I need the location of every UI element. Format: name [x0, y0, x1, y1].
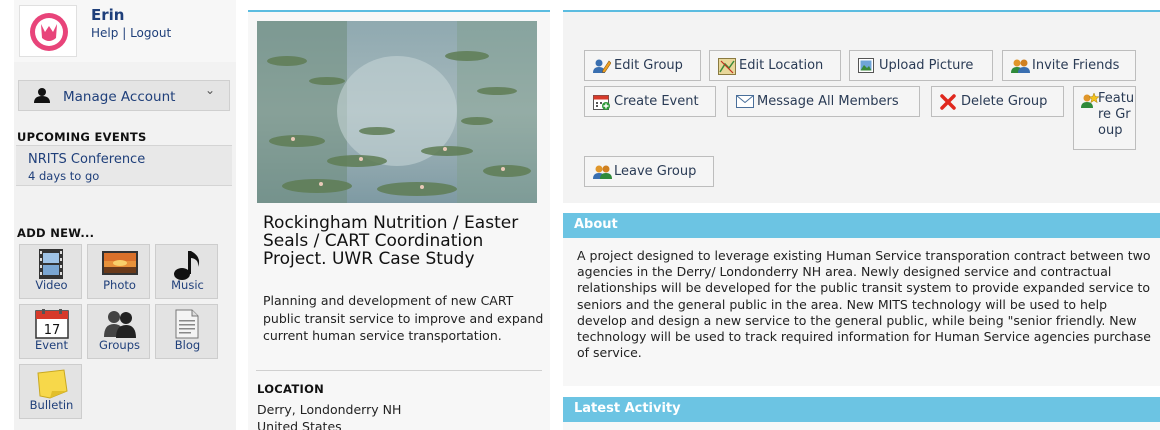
- event-countdown: 4 days to go: [28, 169, 100, 183]
- upload-picture-label: Upload Picture: [879, 58, 974, 73]
- message-all-members-label: Message All Members: [757, 94, 899, 109]
- location-country: United States: [257, 419, 342, 430]
- location-city: Derry, Londonderry NH: [257, 402, 402, 417]
- message-all-members-button[interactable]: Message All Members: [727, 86, 920, 117]
- add-blog-tile[interactable]: Blog: [155, 304, 218, 359]
- sticky-note-icon: [37, 369, 68, 399]
- leave-group-icon: [593, 165, 612, 179]
- upload-picture-button[interactable]: Upload Picture: [849, 50, 993, 81]
- photo-icon: [102, 251, 138, 275]
- delete-icon: [940, 94, 956, 110]
- leave-group-label: Leave Group: [614, 164, 697, 179]
- location-heading: LOCATION: [257, 382, 325, 396]
- username: Erin: [91, 6, 125, 24]
- edit-group-icon: [593, 59, 611, 73]
- film-icon: [39, 249, 63, 279]
- add-bulletin-tile[interactable]: Bulletin: [19, 364, 82, 419]
- map-icon: [718, 58, 736, 75]
- picture-icon: [858, 58, 874, 73]
- group-title: Rockingham Nutrition / Easter Seals / CA…: [263, 213, 519, 269]
- add-bulletin-label: Bulletin: [29, 398, 74, 412]
- add-music-tile[interactable]: Music: [155, 244, 218, 299]
- add-blog-label: Blog: [174, 338, 201, 352]
- add-video-label: Video: [35, 278, 68, 292]
- document-icon: [175, 309, 199, 339]
- edit-group-label: Edit Group: [614, 58, 683, 73]
- invite-friends-icon: [1011, 59, 1030, 73]
- music-note-icon: [174, 251, 200, 280]
- delete-group-button[interactable]: Delete Group: [931, 86, 1064, 117]
- upcoming-events-heading: UPCOMING EVENTS: [17, 130, 147, 144]
- calendar-icon: 17: [35, 309, 69, 339]
- add-video-tile[interactable]: Video: [19, 244, 82, 299]
- about-text: A project designed to leverage existing …: [577, 248, 1151, 361]
- delete-group-label: Delete Group: [961, 94, 1048, 109]
- add-new-heading: ADD NEW...: [17, 226, 95, 240]
- link-separator: |: [122, 26, 127, 40]
- add-photo-tile[interactable]: Photo: [87, 244, 150, 299]
- left-sidebar: Erin Help | Logout Manage Account ⌄ UPCO…: [14, 0, 236, 430]
- manage-account-label: Manage Account: [63, 89, 176, 105]
- create-event-label: Create Event: [614, 94, 699, 109]
- feature-icon: [1081, 92, 1099, 108]
- group-cover-image[interactable]: [257, 21, 537, 203]
- group-main-column: Edit Group Edit Location Upload Picture: [563, 10, 1160, 430]
- event-item[interactable]: NRITS Conference 4 days to go: [16, 145, 232, 186]
- person-icon: [34, 88, 50, 103]
- latest-activity-section-header: Latest Activity: [563, 397, 1160, 422]
- create-event-button[interactable]: Create Event: [584, 86, 716, 117]
- about-section-header: About: [563, 213, 1160, 238]
- leave-group-button[interactable]: Leave Group: [584, 156, 714, 187]
- group-actions-panel: Edit Group Edit Location Upload Picture: [563, 10, 1160, 203]
- envelope-icon: [736, 95, 754, 108]
- edit-group-button[interactable]: Edit Group: [584, 50, 701, 81]
- event-name[interactable]: NRITS Conference: [28, 152, 145, 167]
- edit-location-button[interactable]: Edit Location: [709, 50, 841, 81]
- avatar[interactable]: [19, 5, 77, 57]
- about-heading: About: [574, 217, 618, 232]
- avatar-logo-icon: [30, 13, 68, 51]
- add-photo-label: Photo: [103, 278, 136, 292]
- about-panel: A project designed to leverage existing …: [563, 238, 1160, 386]
- add-new-grid: Video Photo Music 17 Event Groups Blog B…: [19, 244, 229, 424]
- groups-icon: [104, 311, 136, 338]
- chevron-down-icon: ⌄: [205, 83, 216, 97]
- group-description: Planning and development of new CART pub…: [263, 293, 544, 343]
- add-groups-tile[interactable]: Groups: [87, 304, 150, 359]
- feature-group-button[interactable]: Feature Group: [1073, 86, 1136, 150]
- logout-link[interactable]: Logout: [130, 26, 171, 40]
- add-music-label: Music: [171, 278, 204, 292]
- edit-location-label: Edit Location: [739, 58, 824, 73]
- add-event-tile[interactable]: 17 Event: [19, 304, 82, 359]
- divider: [256, 370, 542, 371]
- add-groups-label: Groups: [98, 338, 140, 352]
- feature-group-label: Feature Group: [1098, 91, 1135, 138]
- latest-activity-heading: Latest Activity: [574, 401, 681, 416]
- user-links: Help | Logout: [91, 26, 171, 40]
- water-lilies-painting-icon: [257, 21, 537, 203]
- user-area: Erin Help | Logout: [14, 0, 236, 62]
- latest-activity-panel: [563, 422, 1160, 430]
- group-info-column: Rockingham Nutrition / Easter Seals / CA…: [248, 10, 550, 430]
- help-link[interactable]: Help: [91, 26, 118, 40]
- invite-friends-label: Invite Friends: [1032, 58, 1120, 73]
- calendar-day: 17: [44, 323, 61, 338]
- calendar-add-icon: [593, 95, 610, 110]
- invite-friends-button[interactable]: Invite Friends: [1002, 50, 1136, 81]
- add-event-label: Event: [35, 338, 68, 352]
- manage-account-dropdown[interactable]: Manage Account ⌄: [18, 80, 230, 111]
